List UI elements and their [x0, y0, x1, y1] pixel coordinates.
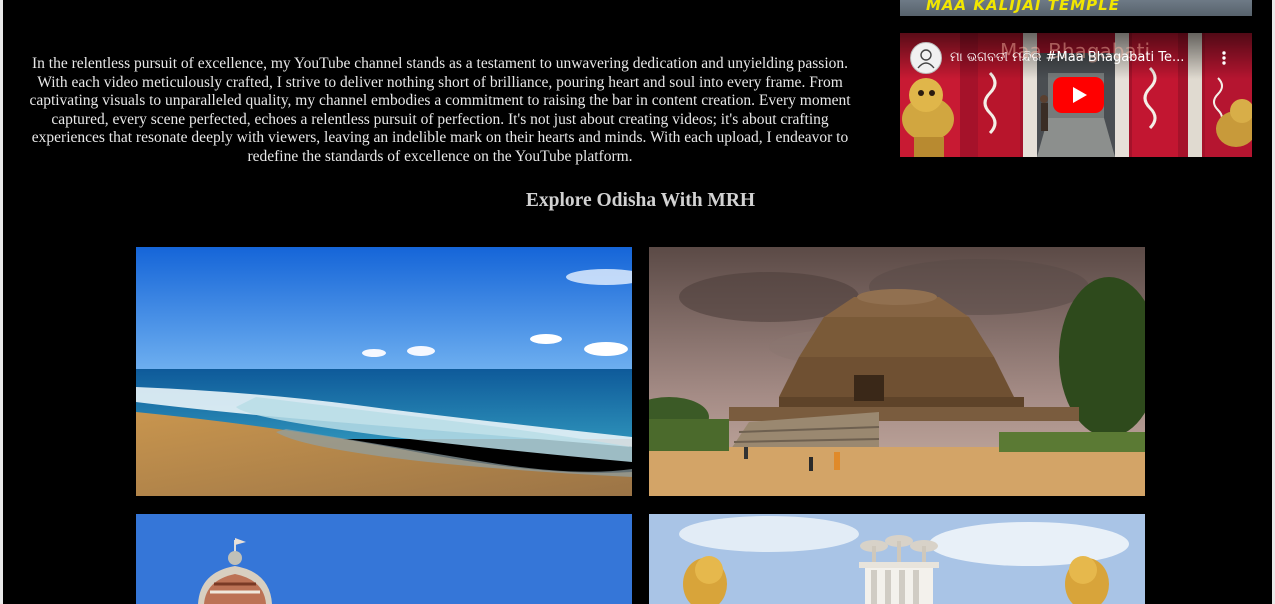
- jagannath-temple-image: [136, 514, 632, 604]
- section-heading: Explore Odisha With MRH: [525, 190, 756, 211]
- page: MAA KALIJAI TEMPLE In the relentless pur…: [0, 0, 1275, 604]
- intro-paragraph: In the relentless pursuit of excellence,…: [29, 55, 851, 165]
- gallery-photo-shanti-stupa[interactable]: [649, 514, 1145, 604]
- more-vert-glyph: [1222, 51, 1226, 65]
- video-title[interactable]: ମା ଭଗବତୀ ମନ୍ଦିର #Maa Bhagabati Te...: [950, 50, 1212, 65]
- gallery-photo-sun-temple[interactable]: [649, 247, 1145, 496]
- video-embed-bhagabati[interactable]: Maa Bhagabati ମା ଭଗବତୀ ମନ୍ଦିର #Maa Bhaga…: [900, 33, 1252, 157]
- video-caption: MAA KALIJAI TEMPLE: [926, 0, 1120, 14]
- avatar-icon: [917, 49, 935, 69]
- youtube-play-icon[interactable]: [1053, 77, 1104, 118]
- channel-avatar[interactable]: [910, 42, 942, 74]
- sun-temple-image: [649, 247, 1145, 496]
- scrollbar-left-edge: [0, 0, 3, 604]
- gallery-photo-jagannath-temple[interactable]: [136, 514, 632, 604]
- play-button-glyph: [1053, 77, 1104, 113]
- shanti-stupa-image: [649, 514, 1145, 604]
- beach-image: [136, 247, 632, 496]
- video-embed-kalijai[interactable]: MAA KALIJAI TEMPLE: [900, 0, 1252, 16]
- more-vert-icon[interactable]: [1220, 50, 1228, 66]
- gallery-photo-beach[interactable]: [136, 247, 632, 496]
